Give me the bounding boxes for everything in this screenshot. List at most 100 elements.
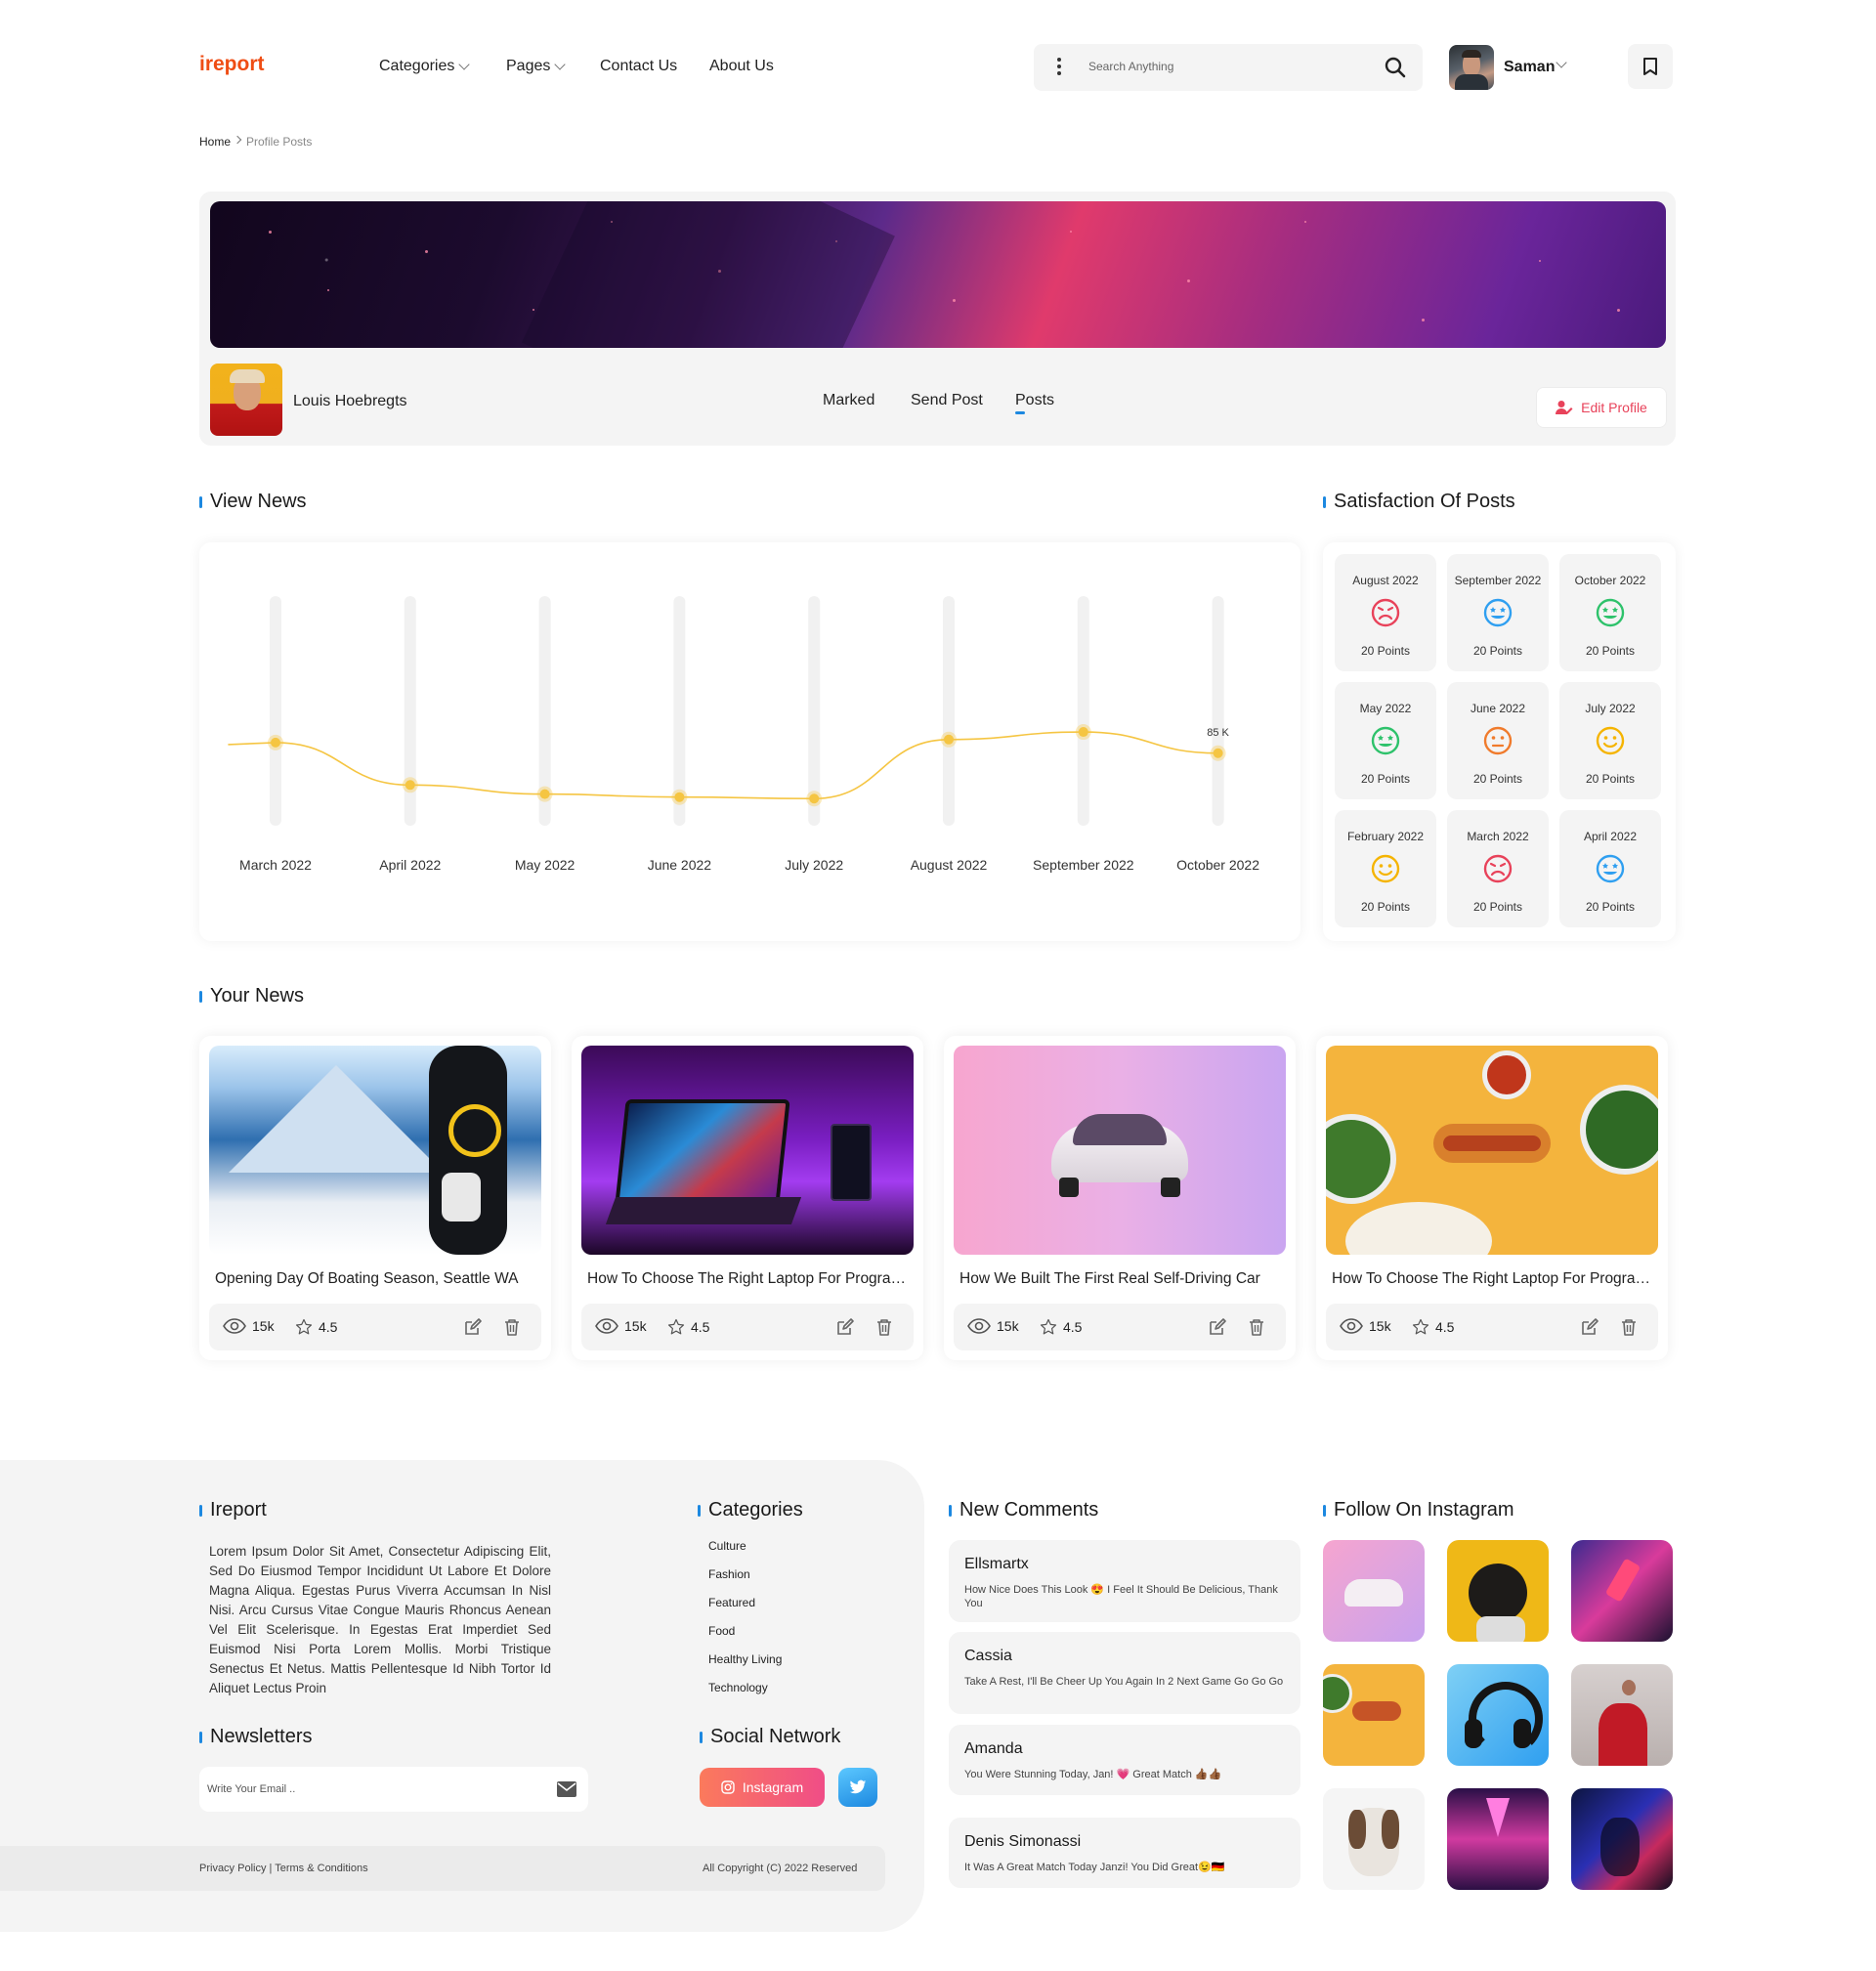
view-news-title: View News (210, 491, 307, 512)
instagram-photo-neon-tunnel[interactable] (1447, 1788, 1549, 1890)
chevron-down-icon[interactable] (1556, 57, 1567, 68)
comment-item[interactable]: Ellsmartx How Nice Does This Look 😍 I Fe… (949, 1540, 1300, 1622)
instagram-photo-hotdogs[interactable] (1323, 1664, 1425, 1766)
edit-icon[interactable] (1580, 1317, 1599, 1337)
trash-icon[interactable] (874, 1317, 894, 1337)
edit-icon[interactable] (1208, 1317, 1227, 1337)
user-name[interactable]: Saman (1504, 59, 1555, 76)
satisfaction-title: Satisfaction Of Posts (1334, 491, 1515, 512)
comment-item[interactable]: Cassia Take A Rest, I'll Be Cheer Up You… (949, 1632, 1300, 1714)
category-link-culture[interactable]: Culture (708, 1539, 746, 1553)
data-point (1213, 748, 1223, 758)
rating-stat: 4.5 (295, 1318, 337, 1336)
comment-text: Take A Rest, I'll Be Cheer Up You Again … (964, 1676, 1284, 1688)
satisfaction-card[interactable]: August 2022 20 Points (1335, 554, 1436, 671)
comment-item[interactable]: Amanda You Were Stunning Today, Jan! 💗 G… (949, 1725, 1300, 1795)
satisfaction-heading: Satisfaction Of Posts (1323, 491, 1515, 513)
instagram-photo-pug[interactable] (1447, 1540, 1549, 1642)
instagram-photo-pink-car[interactable] (1323, 1540, 1425, 1642)
tab-marked[interactable]: Marked (823, 392, 874, 409)
instagram-photo-dance-couple[interactable] (1571, 1664, 1673, 1766)
news-image-car[interactable] (954, 1046, 1286, 1255)
edit-profile-button[interactable]: Edit Profile (1536, 387, 1667, 428)
footer-about-heading: Ireport (199, 1499, 267, 1521)
satisfaction-card[interactable]: July 2022 20 Points (1559, 682, 1661, 799)
footer-about-text: Lorem Ipsum Dolor Sit Amet, Consectetur … (209, 1544, 551, 1695)
satisfaction-month: August 2022 (1352, 574, 1419, 587)
eye-icon (1340, 1318, 1363, 1334)
trash-icon[interactable] (502, 1317, 522, 1337)
views-stat: 15k (1340, 1318, 1391, 1334)
satisfaction-card[interactable]: March 2022 20 Points (1447, 810, 1549, 927)
search-icon[interactable] (1384, 56, 1407, 79)
category-link-featured[interactable]: Featured (708, 1596, 755, 1609)
news-image-food[interactable] (1326, 1046, 1658, 1255)
satisfaction-card[interactable]: April 2022 20 Points (1559, 810, 1661, 927)
edit-icon[interactable] (463, 1317, 483, 1337)
nav-categories[interactable]: Categories (379, 58, 471, 75)
data-point (1078, 727, 1088, 738)
category-link-technology[interactable]: Technology (708, 1681, 768, 1694)
news-title[interactable]: How To Choose The Right Laptop For Progr… (587, 1270, 910, 1288)
user-avatar[interactable] (1449, 45, 1494, 90)
newsletter-email-field[interactable]: Write Your Email .. (199, 1767, 588, 1812)
bookmark-button[interactable] (1628, 44, 1673, 89)
privacy-terms-links[interactable]: Privacy Policy | Terms & Conditions (199, 1863, 368, 1874)
social-network-heading: Social Network (700, 1726, 840, 1748)
breadcrumb-home[interactable]: Home (199, 135, 231, 149)
news-card[interactable]: Opening Day Of Boating Season, Seattle W… (199, 1036, 551, 1360)
comment-item[interactable]: Denis Simonassi It Was A Great Match Tod… (949, 1818, 1300, 1888)
news-card[interactable]: How To Choose The Right Laptop For Progr… (1316, 1036, 1668, 1360)
tab-send-post[interactable]: Send Post (911, 392, 983, 409)
nav-about-us[interactable]: About Us (709, 58, 774, 75)
more-vertical-icon[interactable] (1057, 58, 1061, 78)
x-axis-label: September 2022 (1033, 857, 1134, 873)
twitter-button[interactable] (838, 1768, 877, 1807)
newsletter-title: Newsletters (210, 1726, 313, 1747)
rating-value: 4.5 (1435, 1319, 1455, 1335)
news-title[interactable]: How We Built The First Real Self-Driving… (959, 1270, 1282, 1288)
category-link-fashion[interactable]: Fashion (708, 1567, 750, 1581)
tab-posts[interactable]: Posts (1015, 392, 1054, 409)
satisfaction-card[interactable]: September 2022 20 Points (1447, 554, 1549, 671)
nav-contact-us[interactable]: Contact Us (600, 58, 677, 75)
satisfaction-card[interactable]: May 2022 20 Points (1335, 682, 1436, 799)
search-input[interactable]: Search Anything (1088, 60, 1173, 73)
category-link-healthy-living[interactable]: Healthy Living (708, 1652, 782, 1666)
trash-icon[interactable] (1247, 1317, 1266, 1337)
satisfaction-card[interactable]: October 2022 20 Points (1559, 554, 1661, 671)
news-title[interactable]: Opening Day Of Boating Season, Seattle W… (215, 1270, 537, 1288)
your-news-title: Your News (210, 985, 304, 1007)
news-card[interactable]: How To Choose The Right Laptop For Progr… (572, 1036, 923, 1360)
data-point (271, 737, 280, 748)
news-image-laptop[interactable] (581, 1046, 914, 1255)
nav-pages[interactable]: Pages (506, 58, 567, 75)
trash-icon[interactable] (1619, 1317, 1639, 1337)
news-title[interactable]: How To Choose The Right Laptop For Progr… (1332, 1270, 1654, 1288)
satisfaction-card[interactable]: June 2022 20 Points (1447, 682, 1549, 799)
edit-profile-label: Edit Profile (1581, 400, 1647, 415)
instagram-photo-neon-phone[interactable] (1571, 1540, 1673, 1642)
edit-icon[interactable] (835, 1317, 855, 1337)
envelope-icon[interactable] (557, 1781, 576, 1797)
instagram-button[interactable]: Instagram (700, 1768, 825, 1807)
news-image-snowboard[interactable] (209, 1046, 541, 1255)
site-logo[interactable]: ireport (199, 53, 265, 76)
series-line (228, 731, 1219, 800)
instagram-photo-headphones[interactable] (1447, 1664, 1549, 1766)
views-count: 15k (624, 1318, 647, 1334)
satisfaction-card[interactable]: February 2022 20 Points (1335, 810, 1436, 927)
satisfaction-month: June 2022 (1470, 702, 1526, 715)
nav-contact-label: Contact Us (600, 58, 678, 74)
x-axis-label: June 2022 (648, 857, 712, 873)
new-comments-title: New Comments (959, 1499, 1099, 1521)
star-eyes-face-icon (1596, 598, 1625, 627)
instagram-photo-dog[interactable] (1323, 1788, 1425, 1890)
search-bar[interactable]: Search Anything (1034, 44, 1423, 91)
instagram-photo-neon-party[interactable] (1571, 1788, 1673, 1890)
category-link-food[interactable]: Food (708, 1624, 735, 1638)
news-card[interactable]: How We Built The First Real Self-Driving… (944, 1036, 1296, 1360)
views-count: 15k (997, 1318, 1019, 1334)
comment-author: Denis Simonassi (964, 1833, 1082, 1850)
nav-pages-label: Pages (506, 58, 551, 74)
